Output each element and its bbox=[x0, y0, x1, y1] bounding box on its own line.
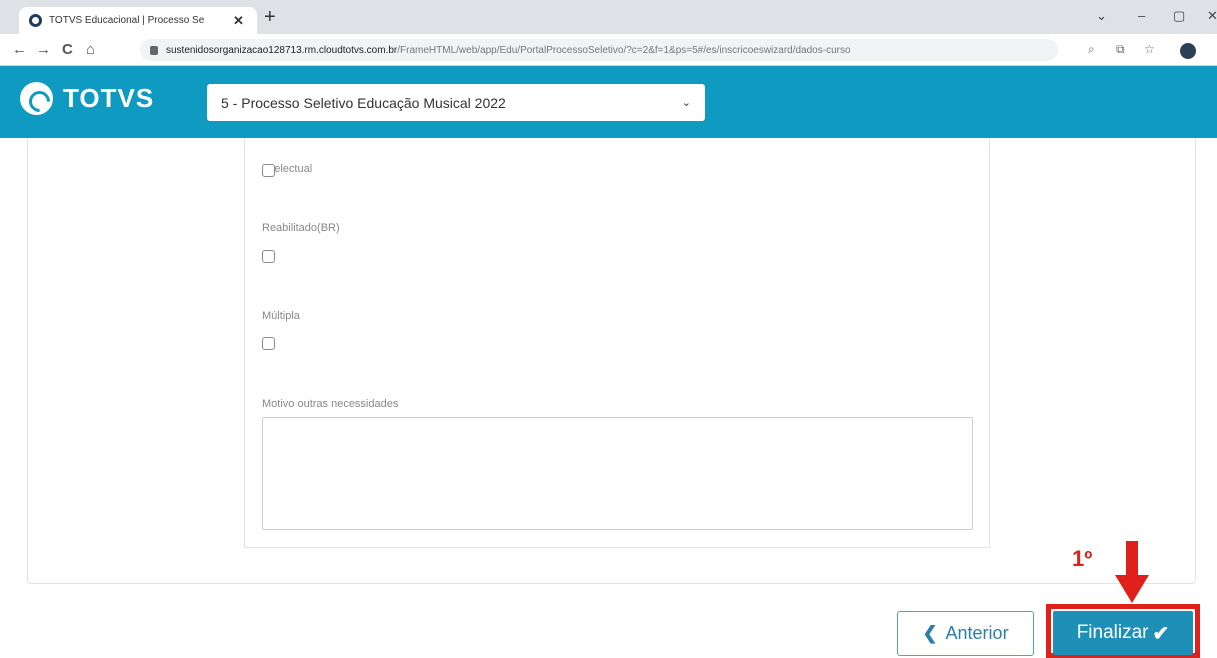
process-select[interactable]: 5 - Processo Seletivo Educação Musical 2… bbox=[207, 84, 705, 121]
finish-button[interactable]: Finalizar ✔ bbox=[1053, 611, 1193, 655]
back-icon[interactable]: ← bbox=[12, 41, 27, 58]
tab-close-icon[interactable]: ✕ bbox=[233, 13, 244, 29]
new-tab-button[interactable]: + bbox=[264, 6, 276, 29]
annotation-arrow-down-icon bbox=[1115, 541, 1149, 603]
browser-tab[interactable]: TOTVS Educacional | Processo Se ✕ bbox=[19, 7, 257, 34]
home-icon[interactable]: ⌂ bbox=[86, 41, 95, 58]
totvs-logo: TOTVS bbox=[20, 82, 154, 115]
minimize-button[interactable]: – bbox=[1138, 8, 1145, 23]
tab-title: TOTVS Educacional | Processo Se bbox=[49, 15, 205, 26]
checkmark-icon: ✔ bbox=[1152, 622, 1170, 645]
previous-button[interactable]: ❮ Anterior bbox=[897, 611, 1034, 656]
chevron-left-icon: ❮ bbox=[922, 623, 938, 643]
tab-search-icon[interactable]: ⌄ bbox=[1096, 8, 1107, 24]
chevron-down-icon: ⌄ bbox=[681, 97, 691, 109]
reabilitado-checkbox[interactable] bbox=[262, 250, 275, 263]
annotation-step-label: 1º bbox=[1072, 546, 1093, 571]
motivo-label: Motivo outras necessidades bbox=[262, 398, 399, 410]
url-field[interactable]: sustenidosorganizacao128713.rm.cloudtotv… bbox=[140, 39, 1058, 61]
browser-tab-bar: TOTVS Educacional | Processo Se ✕ + ⌄ – … bbox=[0, 0, 1217, 34]
profile-avatar[interactable] bbox=[1180, 43, 1196, 59]
share-icon[interactable]: ⧉ bbox=[1116, 42, 1125, 57]
motivo-textarea[interactable] bbox=[262, 417, 973, 530]
browser-address-bar: ← → C ⌂ sustenidosorganizacao128713.rm.c… bbox=[0, 34, 1217, 66]
totvs-favicon-icon bbox=[29, 14, 42, 27]
zoom-icon[interactable]: ⌕ bbox=[1088, 42, 1095, 57]
multipla-checkbox[interactable] bbox=[262, 337, 275, 350]
finish-button-label: Finalizar bbox=[1076, 622, 1149, 643]
app-header: TOTVS 5 - Processo Seletivo Educação Mus… bbox=[0, 66, 1217, 138]
previous-button-label: Anterior bbox=[945, 623, 1009, 643]
reload-icon[interactable]: C bbox=[62, 41, 73, 58]
process-select-value: 5 - Processo Seletivo Educação Musical 2… bbox=[221, 94, 506, 111]
forward-icon[interactable]: → bbox=[36, 41, 51, 58]
brand-name: TOTVS bbox=[63, 83, 155, 113]
reabilitado-label: Reabilitado(BR) bbox=[262, 222, 340, 234]
multipla-label: Múltipla bbox=[262, 310, 300, 322]
url-text: sustenidosorganizacao128713.rm.cloudtotv… bbox=[166, 44, 851, 56]
bookmark-star-icon[interactable]: ☆ bbox=[1144, 42, 1155, 56]
close-window-button[interactable]: ✕ bbox=[1207, 8, 1217, 24]
intelectual-checkbox[interactable] bbox=[262, 164, 275, 177]
totvs-logo-icon bbox=[20, 82, 53, 115]
lock-icon bbox=[150, 45, 158, 55]
maximize-button[interactable]: ▢ bbox=[1173, 8, 1185, 24]
